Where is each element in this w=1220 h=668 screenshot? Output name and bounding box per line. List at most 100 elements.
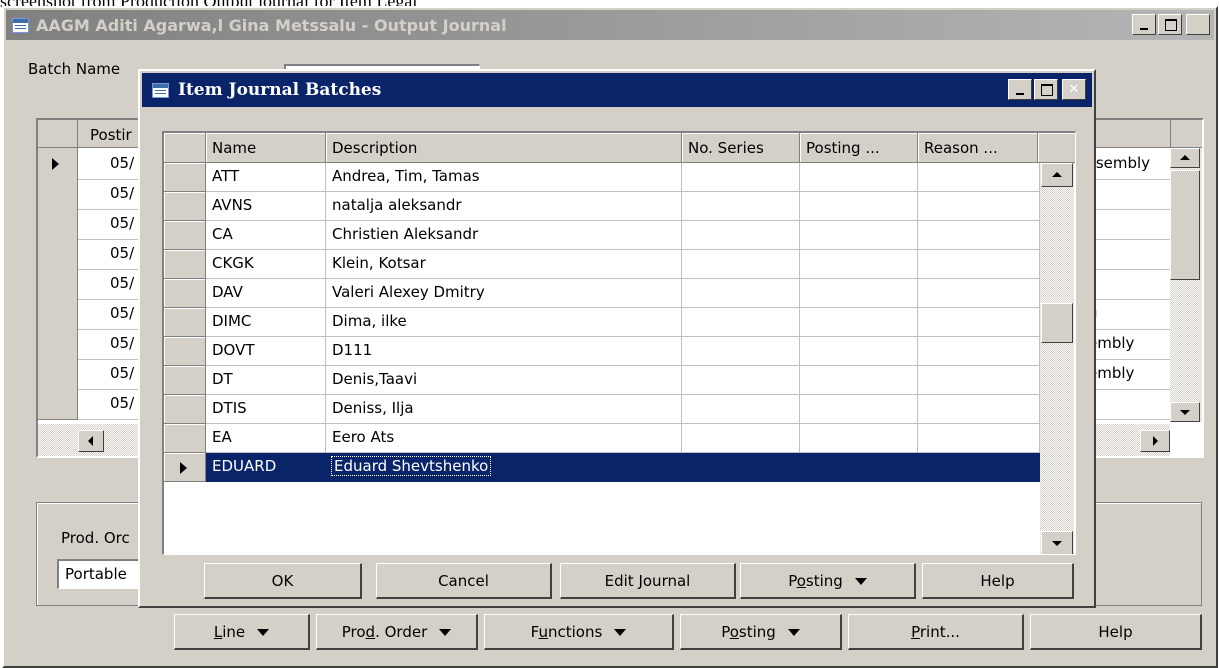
- posting-cell[interactable]: [800, 366, 918, 395]
- row-selector[interactable]: [164, 192, 206, 221]
- prod-order-button[interactable]: Prod. Order: [316, 614, 478, 650]
- batch-row[interactable]: CKGK Klein, Kotsar: [164, 250, 1040, 279]
- help-button[interactable]: Help: [1030, 614, 1202, 650]
- row-selector[interactable]: [164, 308, 206, 337]
- posting-cell[interactable]: [800, 192, 918, 221]
- name-cell[interactable]: DOVT: [206, 337, 326, 366]
- posting-date-cell[interactable]: 05/: [110, 334, 134, 352]
- name-cell[interactable]: ATT: [206, 163, 326, 192]
- reason-cell[interactable]: [918, 424, 1040, 453]
- reason-cell[interactable]: [918, 250, 1040, 279]
- name-cell[interactable]: DIMC: [206, 308, 326, 337]
- dialog-titlebar[interactable]: Item Journal Batches ✕: [142, 73, 1092, 107]
- row-selector[interactable]: [164, 453, 206, 482]
- posting-cell[interactable]: [800, 337, 918, 366]
- minimize-button[interactable]: [1008, 79, 1032, 100]
- line-button[interactable]: Line: [174, 614, 310, 650]
- batch-row[interactable]: DT Denis,Taavi: [164, 366, 1040, 395]
- row-selector[interactable]: [164, 163, 206, 192]
- row-selector[interactable]: [164, 279, 206, 308]
- reason-cell[interactable]: [918, 221, 1040, 250]
- scroll-thumb[interactable]: [1170, 170, 1200, 280]
- batch-row[interactable]: EDUARD Eduard Shevtshenko: [164, 453, 1040, 482]
- batches-grid[interactable]: Name Description No. Series Posting ... …: [162, 131, 1076, 555]
- description-cell[interactable]: Andrea, Tim, Tamas: [326, 163, 682, 192]
- batch-row[interactable]: EA Eero Ats: [164, 424, 1040, 453]
- batch-row[interactable]: CA Christien Aleksandr: [164, 221, 1040, 250]
- row-selector[interactable]: [164, 424, 206, 453]
- posting-button[interactable]: Posting: [680, 614, 842, 650]
- no-series-cell[interactable]: [682, 366, 800, 395]
- column-header-no-series[interactable]: No. Series: [682, 133, 800, 163]
- functions-button[interactable]: Functions: [484, 614, 674, 650]
- reason-cell[interactable]: [918, 308, 1040, 337]
- minimize-button[interactable]: [1132, 14, 1156, 35]
- ok-button[interactable]: OK: [204, 563, 362, 599]
- row-selector[interactable]: [38, 388, 78, 420]
- dialog-posting-button[interactable]: Posting: [740, 563, 916, 599]
- scroll-up-button[interactable]: [1170, 148, 1200, 168]
- row-selector[interactable]: [164, 337, 206, 366]
- row-selector[interactable]: [38, 238, 78, 270]
- description-cell[interactable]: Valeri Alexey Dmitry: [326, 279, 682, 308]
- main-titlebar[interactable]: AAGM Aditi Agarwa,l Gina Metssalu - Outp…: [6, 10, 1214, 40]
- description-cell[interactable]: Deniss, Ilja: [326, 395, 682, 424]
- description-cell[interactable]: Klein, Kotsar: [326, 250, 682, 279]
- name-cell[interactable]: DT: [206, 366, 326, 395]
- posting-date-cell[interactable]: 05/: [110, 364, 134, 382]
- posting-date-cell[interactable]: 05/: [110, 304, 134, 322]
- column-header-reason[interactable]: Reason ...: [918, 133, 1038, 163]
- row-selector[interactable]: [38, 208, 78, 240]
- no-series-cell[interactable]: [682, 424, 800, 453]
- description-cell[interactable]: Eero Ats: [326, 424, 682, 453]
- no-series-cell[interactable]: [682, 163, 800, 192]
- name-cell[interactable]: CA: [206, 221, 326, 250]
- batch-row[interactable]: AVNS natalja aleksandr: [164, 192, 1040, 221]
- row-selector[interactable]: [164, 366, 206, 395]
- name-cell[interactable]: DAV: [206, 279, 326, 308]
- no-series-cell[interactable]: [682, 192, 800, 221]
- posting-cell[interactable]: [800, 250, 918, 279]
- reason-cell[interactable]: [918, 337, 1040, 366]
- no-series-cell[interactable]: [682, 337, 800, 366]
- description-cell[interactable]: natalja aleksandr: [326, 192, 682, 221]
- description-cell[interactable]: Denis,Taavi: [326, 366, 682, 395]
- cancel-button[interactable]: Cancel: [376, 563, 552, 599]
- column-header-description[interactable]: Description: [326, 133, 682, 163]
- reason-cell[interactable]: [918, 453, 1040, 482]
- description-cell[interactable]: Dima, ilke: [326, 308, 682, 337]
- close-button[interactable]: ✕: [1186, 14, 1210, 35]
- row-selector[interactable]: [38, 268, 78, 300]
- posting-cell[interactable]: [800, 308, 918, 337]
- no-series-cell[interactable]: [682, 221, 800, 250]
- scroll-right-button[interactable]: [1140, 430, 1170, 452]
- posting-cell[interactable]: [800, 279, 918, 308]
- row-selector[interactable]: [38, 358, 78, 390]
- row-selector[interactable]: [38, 148, 78, 180]
- description-cell[interactable]: D111: [326, 337, 682, 366]
- column-header-posting[interactable]: Posting ...: [800, 133, 918, 163]
- maximize-button[interactable]: [1034, 79, 1058, 100]
- dialog-help-button[interactable]: Help: [922, 563, 1074, 599]
- posting-cell[interactable]: [800, 395, 918, 424]
- row-selector[interactable]: [164, 250, 206, 279]
- name-cell[interactable]: CKGK: [206, 250, 326, 279]
- posting-date-cell[interactable]: 05/: [110, 274, 134, 292]
- name-cell[interactable]: AVNS: [206, 192, 326, 221]
- posting-date-cell[interactable]: 05/: [110, 154, 134, 172]
- column-header-name[interactable]: Name: [206, 133, 326, 163]
- scroll-up-button[interactable]: [1041, 163, 1073, 187]
- name-cell[interactable]: DTIS: [206, 395, 326, 424]
- row-selector[interactable]: [38, 328, 78, 360]
- posting-cell[interactable]: [800, 163, 918, 192]
- scroll-down-button[interactable]: [1170, 402, 1200, 422]
- posting-date-cell[interactable]: 05/: [110, 214, 134, 232]
- name-cell[interactable]: EDUARD: [206, 453, 326, 482]
- no-series-cell[interactable]: [682, 279, 800, 308]
- posting-date-cell[interactable]: 05/: [110, 394, 134, 412]
- posting-cell[interactable]: [800, 424, 918, 453]
- maximize-button[interactable]: [1158, 14, 1182, 35]
- posting-cell[interactable]: [800, 221, 918, 250]
- posting-cell[interactable]: [800, 453, 918, 482]
- reason-cell[interactable]: [918, 279, 1040, 308]
